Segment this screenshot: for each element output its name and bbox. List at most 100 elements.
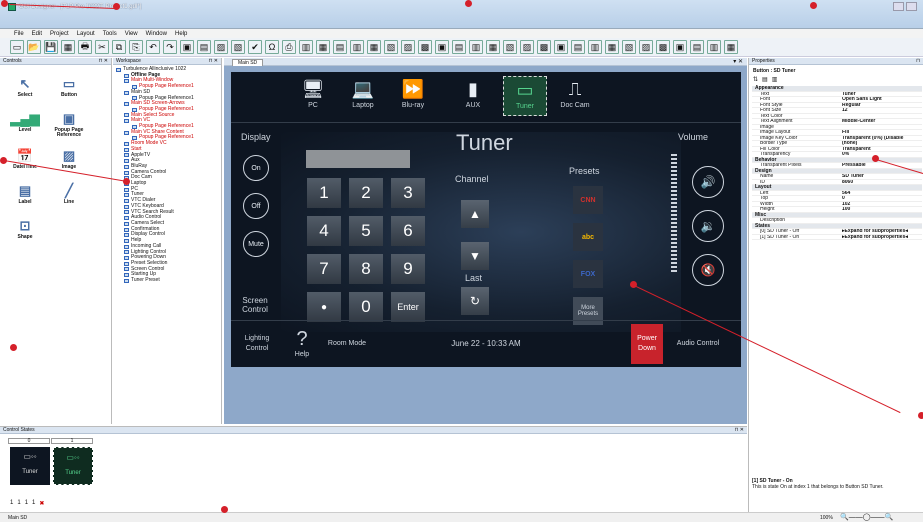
toolbar-icon[interactable]: ✂ bbox=[95, 40, 109, 54]
toolbar-icon[interactable]: ▥ bbox=[588, 40, 602, 54]
source-button-tuner[interactable]: ▭ Tuner bbox=[503, 76, 547, 116]
keypad-0-button[interactable]: 0 bbox=[349, 292, 383, 322]
toolbar-icon[interactable]: ▩ bbox=[418, 40, 432, 54]
window-controls[interactable] bbox=[893, 2, 917, 11]
keypad-1-button[interactable]: 1 bbox=[307, 178, 341, 208]
property-value[interactable]: Open Sans Light bbox=[842, 97, 922, 102]
control-level[interactable]: ▂▄▆ Level bbox=[3, 111, 47, 133]
property-value[interactable]: 102 bbox=[842, 202, 922, 207]
pin-close-icon[interactable]: ⊓ ✕ bbox=[99, 58, 108, 64]
keypad-enter-button[interactable]: Enter bbox=[391, 292, 425, 322]
channel-down-button[interactable]: ▼ bbox=[461, 242, 489, 270]
toolbar-counter[interactable]: 1 bbox=[17, 500, 20, 507]
toolbar-icon[interactable]: ▩ bbox=[656, 40, 670, 54]
source-button-blu-ray[interactable]: ⏩ Blu-ray bbox=[391, 76, 435, 116]
toolbar-icon[interactable]: ▨ bbox=[520, 40, 534, 54]
channel-up-button[interactable]: ▲ bbox=[461, 200, 489, 228]
control-popup-page-reference[interactable]: ▣ Popup Page Reference bbox=[47, 111, 91, 138]
toolbar-icon[interactable]: ▦ bbox=[486, 40, 500, 54]
toolbar-icon[interactable]: ▧ bbox=[384, 40, 398, 54]
pin-icon[interactable]: ⊓ bbox=[916, 58, 920, 64]
audio-control-button[interactable]: Audio Control bbox=[676, 324, 720, 364]
pin-close-icon[interactable]: ⊓ ✕ bbox=[735, 427, 744, 433]
toolbar-icon[interactable]: ▣ bbox=[180, 40, 194, 54]
property-value[interactable]: (none) bbox=[842, 141, 922, 146]
keypad-7-button[interactable]: 7 bbox=[307, 254, 341, 284]
property-value[interactable]: Tuner bbox=[842, 92, 922, 97]
menu-help[interactable]: Help bbox=[175, 31, 187, 37]
minimize-button[interactable] bbox=[893, 2, 904, 11]
room-mode-button[interactable]: Room Mode bbox=[327, 324, 367, 364]
menu-edit[interactable]: Edit bbox=[32, 31, 42, 37]
restore-button[interactable] bbox=[906, 2, 917, 11]
toolbar-icon[interactable]: ▦ bbox=[724, 40, 738, 54]
toolbar-icon[interactable]: ▨ bbox=[639, 40, 653, 54]
toolbar-icon[interactable]: ▤ bbox=[571, 40, 585, 54]
tree-item[interactable]: Tuner Preset bbox=[116, 277, 194, 284]
toolbar-icon[interactable]: ▨ bbox=[401, 40, 415, 54]
property-value[interactable]: Transparent (0%) (Disable bbox=[842, 136, 922, 141]
toolbar-icon[interactable]: ▧ bbox=[622, 40, 636, 54]
menu-view[interactable]: View bbox=[125, 31, 138, 37]
display-mute-button[interactable]: Mute bbox=[243, 231, 269, 257]
pages-icon[interactable]: ▥ bbox=[772, 76, 778, 83]
property-value[interactable] bbox=[842, 114, 922, 119]
volume-mute-button[interactable]: 🔇 bbox=[692, 254, 724, 286]
source-button-pc[interactable]: 🖥 PC bbox=[291, 76, 335, 116]
toolbar-icon[interactable]: ▭ bbox=[10, 40, 24, 54]
toolbar-icon[interactable]: ✔ bbox=[248, 40, 262, 54]
toolbar-icon[interactable]: ▧ bbox=[503, 40, 517, 54]
volume-up-button[interactable]: 🔊 bbox=[692, 166, 724, 198]
toolbar-icon[interactable]: ▥ bbox=[707, 40, 721, 54]
toolbar-icon[interactable]: ▦ bbox=[316, 40, 330, 54]
toolbar-icon[interactable]: ▨ bbox=[214, 40, 228, 54]
toolbar-icon[interactable]: ⎙ bbox=[282, 40, 296, 54]
toolbar-icon[interactable]: ▥ bbox=[299, 40, 313, 54]
tab-main-sd[interactable]: Main SD bbox=[232, 59, 264, 66]
control-button[interactable]: ▭ Button bbox=[47, 76, 91, 98]
property-value[interactable]: Middle-Center bbox=[842, 119, 922, 124]
volume-down-button[interactable]: 🔉 bbox=[692, 210, 724, 242]
lighting-control-button[interactable]: Lighting Control bbox=[235, 324, 279, 364]
pin-close-icon[interactable]: ⊓ ✕ bbox=[209, 58, 218, 64]
touchpanel-canvas[interactable]: 🖥 PC 💻 Laptop ⏩ Blu-ray ▮ AUX ▭ Tuner ⎍ Doc Cam Disp… bbox=[231, 72, 741, 367]
state-thumb-0[interactable]: ▭◦◦ Tuner bbox=[10, 447, 50, 485]
menu-project[interactable]: Project bbox=[50, 31, 69, 37]
state-thumb-1[interactable]: ▭◦◦ Tuner bbox=[53, 447, 93, 485]
toolbar-counter[interactable]: 1 bbox=[25, 500, 28, 507]
power-down-button[interactable]: Power Down bbox=[631, 324, 663, 364]
toolbar-counter[interactable]: 1 bbox=[32, 500, 35, 507]
property-value[interactable]: ▸Expand for subproperties◂ bbox=[842, 235, 922, 240]
sort-icon[interactable]: ⇅ bbox=[753, 76, 758, 83]
toolbar-icon[interactable]: ▤ bbox=[197, 40, 211, 54]
property-value[interactable]: Pressable bbox=[842, 163, 922, 168]
property-value[interactable]: Transparent bbox=[842, 147, 922, 152]
screen-control-button[interactable]: Screen Control bbox=[235, 296, 275, 314]
properties-toolbar[interactable]: ⇅ ▤ ▥ bbox=[753, 76, 777, 83]
property-value[interactable]: 0 bbox=[842, 196, 922, 201]
toolbar-icon[interactable]: ▣ bbox=[554, 40, 568, 54]
delete-state-icon[interactable]: ✖ bbox=[39, 500, 44, 507]
last-channel-button[interactable]: ↻ bbox=[461, 287, 489, 315]
toolbar-icon[interactable]: ▤ bbox=[333, 40, 347, 54]
control-label[interactable]: ▤ Label bbox=[3, 183, 47, 205]
toolbar-icon[interactable]: ▦ bbox=[61, 40, 75, 54]
property-value[interactable]: ▸Expand for subproperties◂ bbox=[842, 229, 922, 234]
help-button[interactable]: ? Help bbox=[287, 324, 317, 364]
menu-layout[interactable]: Layout bbox=[77, 31, 95, 37]
toolbar-icon[interactable]: ↷ bbox=[163, 40, 177, 54]
preset-cnn-button[interactable]: CNN bbox=[573, 186, 603, 214]
volume-level-bar[interactable] bbox=[671, 154, 677, 274]
keypad-6-button[interactable]: 6 bbox=[391, 216, 425, 246]
menu-tools[interactable]: Tools bbox=[103, 31, 117, 37]
menu-file[interactable]: File bbox=[14, 31, 24, 37]
toolbar-icon[interactable]: ▦ bbox=[605, 40, 619, 54]
categorize-icon[interactable]: ▤ bbox=[762, 76, 768, 83]
toolbar-icon[interactable]: ↶ bbox=[146, 40, 160, 54]
toolbar-icon[interactable]: ▩ bbox=[537, 40, 551, 54]
control-line[interactable]: ╱ Line bbox=[47, 183, 91, 205]
toolbar-icon[interactable]: ▣ bbox=[435, 40, 449, 54]
control-select[interactable]: ↖ Select bbox=[3, 76, 47, 98]
property-value[interactable]: Fill bbox=[842, 130, 922, 135]
property-grid[interactable]: Appearance Text Tuner Font Open Sans Light Fo… bbox=[752, 85, 922, 240]
